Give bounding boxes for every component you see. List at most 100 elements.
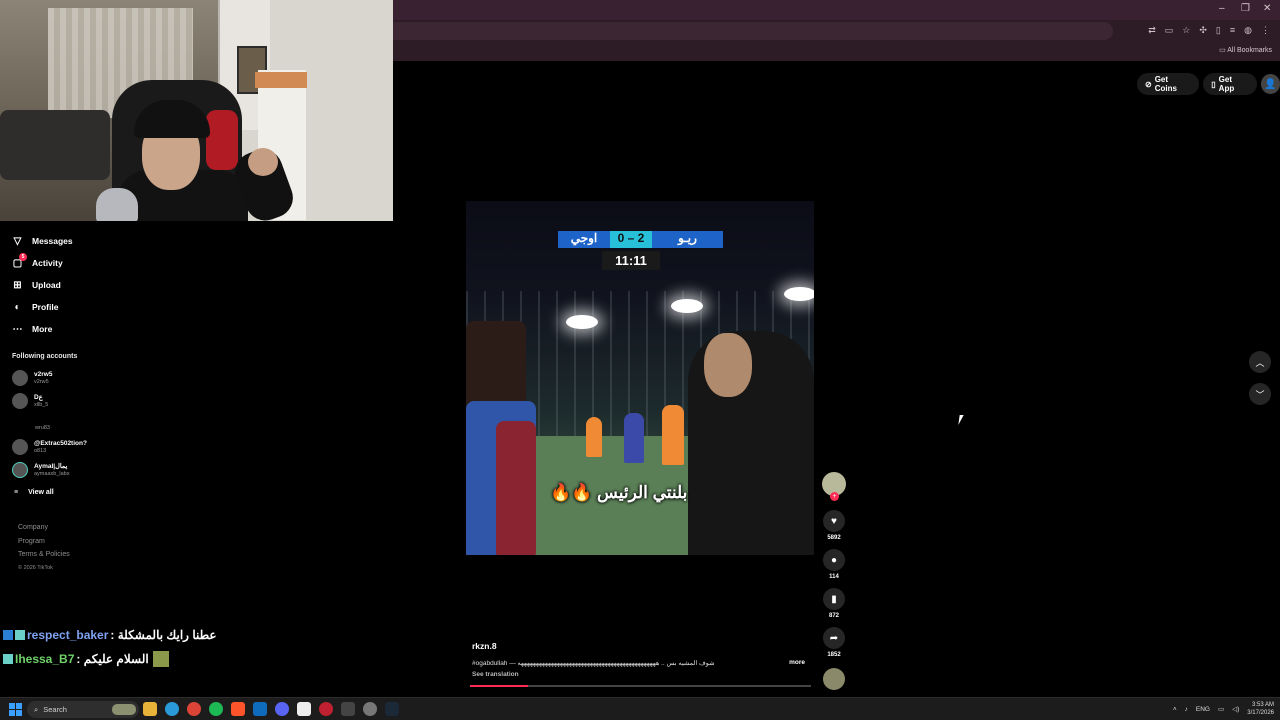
edge-icon[interactable] (165, 702, 179, 716)
more-button[interactable]: more (785, 659, 805, 666)
volume-icon[interactable]: ◁) (1232, 705, 1239, 713)
follow-plus-icon[interactable]: + (830, 492, 839, 501)
footer-company-link[interactable]: Company (18, 521, 70, 535)
network-icon[interactable]: ▭ (1218, 705, 1224, 713)
all-bookmarks-button[interactable]: ▭ All Bookmarks (1219, 46, 1272, 54)
video-actions: + ♥ 5892 ● 114 ▮ 872 ➦ 1852 (821, 472, 847, 690)
creator-avatar[interactable]: + (822, 472, 846, 501)
account-handle: xllb_5 (34, 401, 49, 408)
store-icon[interactable] (253, 702, 267, 716)
chat-text: : عطنا رايك بالمشكلة (110, 628, 217, 642)
browser-toolbar: ⇄ ▭ ☆ ✣ ▯ ≡ ◍ ⋮ (393, 20, 1280, 42)
music-disc[interactable] (823, 668, 845, 690)
previous-video-button[interactable]: ︿ (1249, 351, 1271, 373)
following-account[interactable]: Dع xllb_5 (12, 393, 48, 409)
profile-icon[interactable]: ◍ (1244, 25, 1252, 36)
like-button[interactable]: ♥ (823, 510, 845, 532)
next-video-button[interactable]: ﹀ (1249, 383, 1271, 405)
terminal-icon[interactable] (341, 702, 355, 716)
obs-icon[interactable] (319, 702, 333, 716)
steam-icon[interactable] (385, 702, 399, 716)
star-icon[interactable]: ☆ (1182, 25, 1190, 36)
emote-icon (152, 651, 169, 667)
chevron-up-icon: ︿ (1255, 357, 1265, 368)
tiktok-icon[interactable] (297, 702, 311, 716)
close-window-button[interactable]: ✕ (1263, 3, 1271, 14)
file-explorer-icon[interactable] (143, 702, 157, 716)
browser-titlebar: – ❐ ✕ (393, 0, 1280, 20)
webcam-bed (0, 110, 110, 180)
discord-icon[interactable] (275, 702, 289, 716)
get-app-label: Get App (1218, 75, 1235, 93)
video-author[interactable]: rkzn.8 (472, 641, 497, 651)
see-translation-link[interactable]: See translation (472, 671, 519, 678)
bookmarks-bar: ▭ All Bookmarks (393, 42, 1280, 61)
footer-copyright: © 2026 TikTok (18, 564, 53, 571)
gamepad-badge-icon (3, 654, 13, 664)
extensions-icon[interactable]: ✣ (1199, 25, 1207, 36)
user-icon: ◐ (14, 301, 21, 313)
sidebar-item-label: Profile (32, 302, 59, 312)
chrome-icon[interactable] (187, 702, 201, 716)
system-clock[interactable]: 3:53 AM 3/17/2026 (1247, 701, 1274, 717)
settings-icon[interactable] (363, 702, 377, 716)
video-player-sleeve (496, 421, 536, 555)
sidebar-item-messages[interactable]: ▽ Messages (12, 230, 122, 252)
account-handle: v2rw5 (34, 378, 49, 385)
like-count: 5892 (827, 535, 841, 541)
heart-icon: ♥ (831, 515, 837, 527)
following-account[interactable]: Aymal|يمال aymaaxb_labs (12, 462, 69, 478)
view-all-label: View all (28, 489, 54, 496)
video-progress-bar[interactable] (470, 685, 811, 687)
all-bookmarks-label: All Bookmarks (1227, 47, 1272, 54)
scoreboard-team-left: اوجي (558, 231, 610, 248)
mic-icon[interactable]: ♪ (1185, 706, 1188, 713)
following-account[interactable]: v2rw5 v2rw5 (12, 370, 52, 386)
video-description: #ogabdullah — شوف المشيه بس .. ههههههههه… (472, 659, 807, 667)
share-button[interactable]: ➦ (823, 627, 845, 649)
taskbar-search[interactable]: ⌕ Search (27, 701, 139, 718)
comment-button[interactable]: ● (823, 549, 845, 571)
start-button[interactable] (9, 703, 22, 716)
tray-overflow-icon[interactable]: ˄ (1173, 706, 1177, 713)
view-all-button[interactable]: ≡ View all (14, 489, 54, 496)
sidepanel-icon[interactable]: ▯ (1216, 25, 1221, 36)
language-indicator[interactable]: ENG (1196, 706, 1210, 713)
sidebar-item-activity[interactable]: ▢ 5 Activity (12, 252, 122, 274)
account-handle: aymaaxb_labs (34, 470, 70, 477)
video-player[interactable]: اوجي 0 – 2 ريـو 11:11 بلنتي الرئيس 🔥🔥 (466, 201, 814, 555)
address-bar[interactable] (393, 22, 1113, 40)
sidebar-item-label: Messages (32, 236, 73, 246)
media-icon[interactable]: ≡ (1230, 25, 1235, 36)
description-text: #ogabdullah — شوف المشيه بس .. ههههههههه… (472, 660, 715, 667)
sidebar-item-upload[interactable]: ⊞ Upload (12, 274, 122, 296)
phone-icon: ▯ (1211, 79, 1216, 89)
footer-program-link[interactable]: Program (18, 535, 70, 549)
video-man-face (704, 333, 752, 397)
brave-icon[interactable] (231, 702, 245, 716)
sidebar-item-more[interactable]: ⋯ More (12, 318, 122, 340)
chat-username: respect_baker (27, 628, 109, 642)
translate-icon[interactable]: ⇄ (1148, 25, 1156, 36)
get-coins-button[interactable]: ⊘ Get Coins (1137, 73, 1200, 95)
share-icon: ➦ (829, 632, 839, 644)
comment-icon: ● (830, 554, 838, 566)
spotify-icon[interactable] (209, 702, 223, 716)
taskbar-apps (143, 702, 399, 716)
menu-icon[interactable]: ⋮ (1261, 25, 1270, 36)
account-handle: o813 (34, 447, 47, 454)
search-icon: ⌕ (34, 704, 39, 714)
user-avatar[interactable]: 👤 (1260, 74, 1280, 94)
minimize-button[interactable]: – (1219, 3, 1225, 14)
cast-icon[interactable]: ▭ (1165, 25, 1174, 36)
sidebar-item-profile[interactable]: ◐ Profile (12, 296, 122, 318)
get-app-button[interactable]: ▯ Get App (1203, 73, 1257, 95)
following-account[interactable]: @Extrac502tion? o813 (12, 439, 87, 455)
footer-terms-link[interactable]: Terms & Policies (18, 548, 70, 562)
gamepad-badge-icon (15, 630, 25, 640)
account-name: Aymal|يمال (34, 462, 68, 470)
streamer-hand (248, 148, 278, 176)
restore-button[interactable]: ❐ (1241, 3, 1250, 14)
video-bib (624, 413, 644, 463)
save-button[interactable]: ▮ (823, 588, 845, 610)
